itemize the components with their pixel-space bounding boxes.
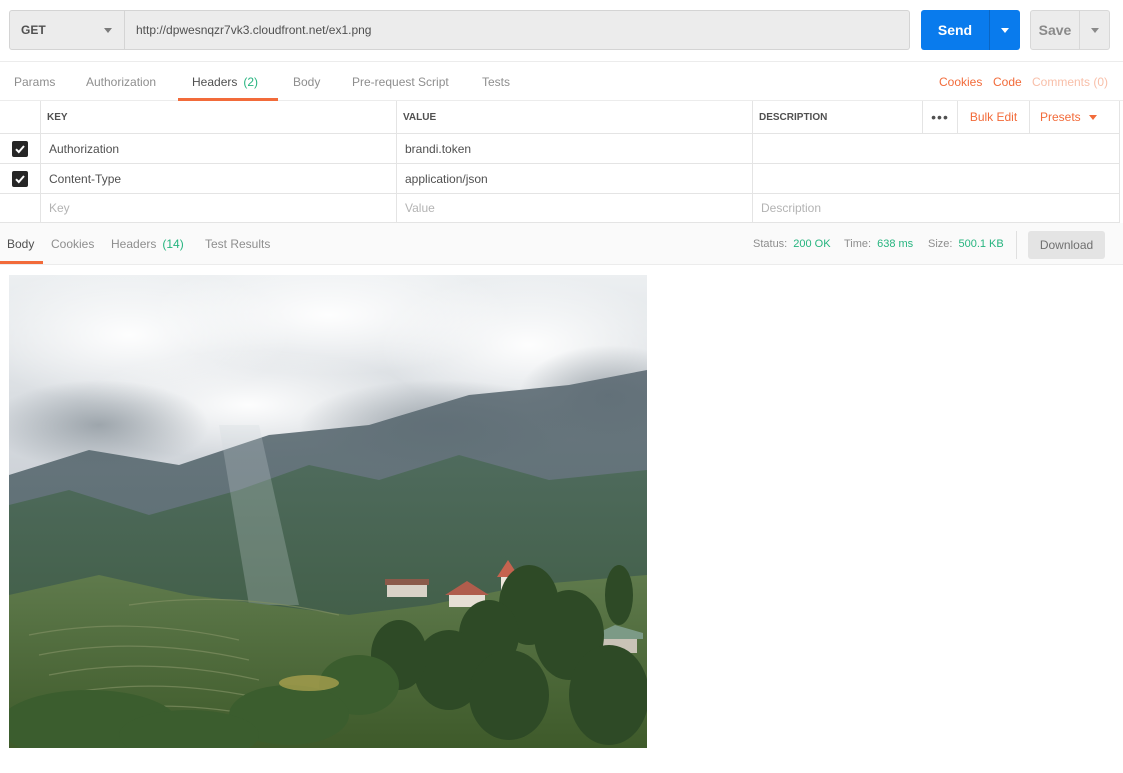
tab-response-body[interactable]: Body	[7, 223, 34, 265]
header-value-input[interactable]: application/json	[397, 164, 753, 193]
send-label: Send	[937, 22, 973, 38]
request-tabs: Params Authorization Headers (2) Body Pr…	[0, 61, 1123, 101]
tab-response-cookies[interactable]: Cookies	[51, 223, 94, 265]
time-indicator: Time: 638 ms	[844, 223, 913, 265]
method-value: GET	[21, 23, 46, 37]
download-button[interactable]: Download	[1028, 231, 1105, 259]
active-tab-indicator	[0, 261, 43, 264]
response-bar: Body Cookies Headers (14) Test Results S…	[0, 223, 1123, 265]
header-key-input[interactable]: Content-Type	[41, 164, 397, 193]
tab-response-headers-label: Headers	[111, 237, 157, 251]
comments-link[interactable]: Comments (0)	[1032, 62, 1108, 101]
chevron-down-icon	[1090, 27, 1099, 33]
cookies-link[interactable]: Cookies	[939, 62, 982, 101]
chevron-down-icon	[104, 28, 112, 33]
presets-dropdown[interactable]: Presets	[1030, 101, 1120, 133]
check-icon	[15, 144, 25, 153]
table-row: Content-Type application/json	[0, 164, 1120, 194]
tab-response-headers-count: (14)	[162, 237, 184, 251]
header-key-input[interactable]: Authorization	[41, 134, 397, 163]
size-value: 500.1 KB	[958, 238, 1004, 250]
more-options-icon[interactable]: •••	[922, 101, 958, 133]
time-value: 638 ms	[877, 238, 914, 250]
chevron-down-icon	[1001, 27, 1009, 33]
table-row-new: Key Value Description	[0, 194, 1120, 223]
presets-label: Presets	[1040, 110, 1081, 124]
size-label: Size:	[928, 238, 953, 250]
column-header-description-label: DESCRIPTION	[759, 111, 828, 123]
time-label: Time:	[844, 238, 872, 250]
header-description-input[interactable]	[753, 164, 1120, 193]
tab-body[interactable]: Body	[293, 62, 320, 101]
bulk-edit-button[interactable]: Bulk Edit	[958, 101, 1030, 133]
header-description-input[interactable]	[753, 134, 1120, 163]
row-checkbox-cell	[0, 164, 41, 193]
tab-response-headers[interactable]: Headers (14)	[111, 223, 184, 265]
size-indicator: Size: 500.1 KB	[928, 223, 1004, 265]
tab-tests[interactable]: Tests	[482, 62, 510, 101]
table-row: Authorization brandi.token	[0, 134, 1120, 164]
column-header-value: VALUE	[397, 101, 753, 133]
request-bar: GET http://dpwesnqzr7vk3.cloudfront.net/…	[0, 0, 1123, 60]
tab-params[interactable]: Params	[14, 62, 55, 101]
code-link[interactable]: Code	[993, 62, 1022, 101]
save-button[interactable]: Save	[1030, 10, 1110, 50]
send-button[interactable]: Send	[921, 10, 1020, 50]
new-value-input[interactable]: Value	[397, 194, 753, 222]
table-header-row: KEY VALUE DESCRIPTION ••• Bulk Edit Pres…	[0, 101, 1120, 134]
check-icon	[15, 174, 25, 183]
url-input[interactable]: http://dpwesnqzr7vk3.cloudfront.net/ex1.…	[125, 10, 910, 50]
response-image-preview	[9, 275, 647, 748]
header-value-input[interactable]: brandi.token	[397, 134, 753, 163]
new-description-input[interactable]: Description	[753, 194, 1120, 222]
new-key-input[interactable]: Key	[41, 194, 397, 222]
divider	[1016, 231, 1017, 259]
tab-test-results[interactable]: Test Results	[205, 223, 270, 265]
tab-authorization[interactable]: Authorization	[86, 62, 156, 101]
tab-headers[interactable]: Headers (2)	[192, 62, 258, 101]
column-header-key: KEY	[41, 101, 397, 133]
landscape-photo-icon	[9, 275, 647, 748]
status-value: 200 OK	[793, 238, 831, 250]
method-select[interactable]: GET	[9, 10, 125, 50]
status-indicator: Status: 200 OK	[753, 223, 831, 265]
checkbox-checked[interactable]	[12, 140, 28, 157]
status-label: Status:	[753, 238, 788, 250]
tab-headers-count: (2)	[243, 74, 259, 89]
chevron-down-icon	[1088, 114, 1097, 120]
save-options-button[interactable]	[1079, 11, 1109, 49]
header-spacer	[0, 101, 41, 133]
save-label: Save	[1038, 22, 1072, 38]
tab-prerequest-script[interactable]: Pre-request Script	[352, 62, 449, 101]
row-checkbox-cell	[0, 134, 41, 163]
send-options-button[interactable]	[989, 10, 1020, 50]
checkbox-checked[interactable]	[12, 170, 28, 187]
tab-headers-label: Headers	[192, 74, 238, 89]
row-checkbox-cell	[0, 194, 41, 222]
